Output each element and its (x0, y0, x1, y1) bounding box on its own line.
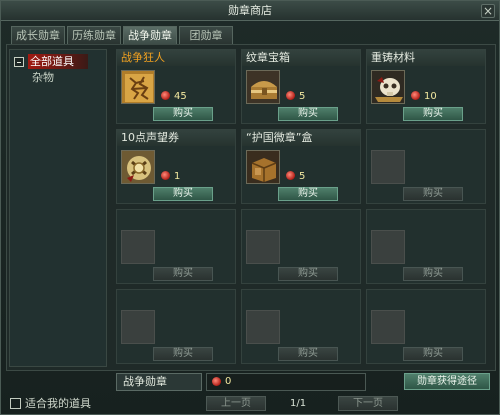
category-all-items[interactable]: 全部道具 (14, 54, 102, 70)
price-value: 5 (299, 91, 306, 102)
prev-page-button[interactable]: 上一页 (206, 396, 266, 411)
item-slot: 纹章宝箱 5 购买 (241, 49, 361, 124)
buy-button[interactable]: 购买 (278, 187, 338, 201)
next-page-button[interactable]: 下一页 (338, 396, 398, 411)
suitable-items-checkbox[interactable] (10, 398, 21, 409)
item-price: 5 (286, 170, 305, 184)
empty-item-slot: 购买 (366, 129, 486, 204)
buy-button[interactable]: 购买 (403, 187, 463, 201)
buy-button[interactable]: 购买 (153, 267, 213, 281)
item-name: 战争狂人 (117, 50, 235, 66)
item-slot: 战争狂人 45 购买 (116, 49, 236, 124)
buy-button[interactable]: 购买 (153, 107, 213, 121)
empty-item-slot: 购买 (241, 289, 361, 364)
item-price: 45 (161, 90, 187, 104)
currency-name: 战争勋章 (116, 373, 202, 391)
currency-footer: 战争勋章 0 勋章获得途径 (116, 373, 494, 393)
tab-war-medal[interactable]: 战争勋章 (123, 26, 177, 45)
item-name: “护国微章”盒 (242, 130, 360, 146)
bottom-bar: 适合我的道具 上一页 1/1 下一页 (6, 395, 496, 413)
window-title: 勋章商店 (228, 4, 272, 17)
treasure-chest-icon[interactable] (246, 70, 280, 104)
currency-balance: 0 (206, 373, 366, 391)
buy-button[interactable]: 购买 (153, 347, 213, 361)
item-name: 纹章宝箱 (242, 50, 360, 66)
item-name: 重铸材料 (367, 50, 485, 66)
buy-button[interactable]: 购买 (153, 187, 213, 201)
item-price: 1 (161, 170, 180, 184)
empty-item-slot: 购买 (116, 209, 236, 284)
tab-group-medal[interactable]: 团勋章 (179, 26, 233, 44)
suitable-items-label[interactable]: 适合我的道具 (25, 396, 91, 412)
skull-material-icon[interactable] (371, 70, 405, 104)
page-indicator: 1/1 (290, 398, 307, 409)
medal-shop-window: 勋章商店 × 成长勋章 历练勋章 战争勋章 团勋章 全部道具 杂物 战争狂人 4… (0, 0, 500, 415)
war-medal-icon (411, 91, 420, 100)
category-label: 全部道具 (28, 54, 88, 69)
buy-button[interactable]: 购买 (278, 107, 338, 121)
empty-slot-icon (121, 310, 155, 344)
empty-item-slot: 购买 (366, 289, 486, 364)
war-medal-icon (286, 91, 295, 100)
empty-item-slot: 购买 (116, 289, 236, 364)
price-value: 5 (299, 171, 306, 182)
war-medal-icon (161, 91, 170, 100)
buy-button[interactable]: 购买 (278, 267, 338, 281)
empty-item-slot: 购买 (241, 209, 361, 284)
item-slot: 10点声望券 1 购买 (116, 129, 236, 204)
item-slot: 重铸材料 10 购买 (366, 49, 486, 124)
empty-slot-icon (371, 150, 405, 184)
empty-slot-icon (121, 230, 155, 264)
empty-slot-icon (246, 310, 280, 344)
medal-obtain-button[interactable]: 勋章获得途径 (404, 373, 490, 390)
collapse-minus-icon[interactable] (14, 57, 24, 67)
badge-box-icon[interactable] (246, 150, 280, 184)
buy-button[interactable]: 购买 (403, 347, 463, 361)
price-value: 10 (424, 91, 437, 102)
buy-button[interactable]: 购买 (403, 267, 463, 281)
close-button[interactable]: × (481, 4, 495, 18)
tab-growth-medal[interactable]: 成长勋章 (11, 26, 65, 44)
window-titlebar[interactable]: 勋章商店 (1, 1, 499, 21)
reputation-coupon-icon[interactable] (121, 150, 155, 184)
balance-value: 0 (225, 376, 232, 387)
buy-button[interactable]: 购买 (403, 107, 463, 121)
empty-slot-icon (246, 230, 280, 264)
empty-slot-icon (371, 230, 405, 264)
item-name: 10点声望券 (117, 130, 235, 146)
tab-trial-medal[interactable]: 历练勋章 (67, 26, 121, 44)
price-value: 45 (174, 91, 187, 102)
buy-button[interactable]: 购买 (278, 347, 338, 361)
item-price: 10 (411, 90, 437, 104)
item-slot: “护国微章”盒 5 购买 (241, 129, 361, 204)
war-medal-icon (212, 377, 221, 386)
empty-item-slot: 购买 (366, 209, 486, 284)
war-medal-icon (286, 171, 295, 180)
category-misc[interactable]: 杂物 (32, 70, 54, 86)
category-sidebar: 全部道具 杂物 (9, 49, 107, 367)
item-grid: 战争狂人 45 购买 纹章宝箱 5 购买 重铸材料 10 购买 10点声望券 1… (116, 49, 494, 367)
rune-tablet-icon[interactable] (121, 70, 155, 104)
war-medal-icon (161, 171, 170, 180)
item-price: 5 (286, 90, 305, 104)
price-value: 1 (174, 171, 181, 182)
empty-slot-icon (371, 310, 405, 344)
